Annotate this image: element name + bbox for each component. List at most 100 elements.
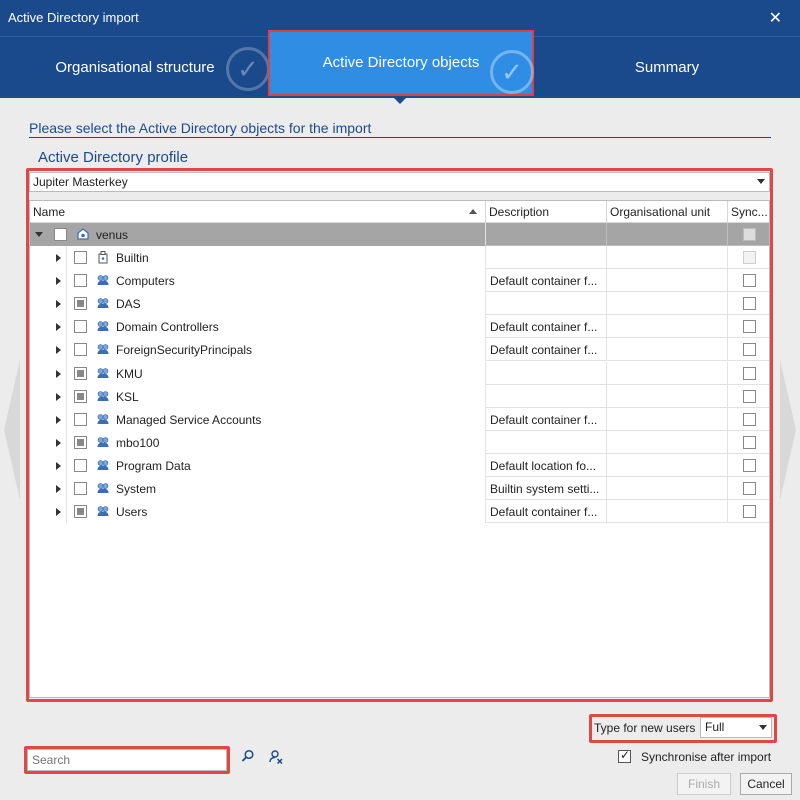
tree-row[interactable]: KSL	[30, 384, 769, 408]
tree-row[interactable]: ForeignSecurityPrincipals Default contain…	[30, 338, 769, 362]
name-cell: KSL	[30, 384, 486, 408]
sync-cell	[728, 362, 769, 385]
sync-checkbox[interactable]	[743, 274, 756, 288]
row-checkbox[interactable]	[74, 297, 87, 311]
ou-icon	[97, 298, 109, 309]
row-checkbox[interactable]	[74, 366, 87, 380]
tree-row[interactable]: Computers Default container f...	[30, 269, 769, 293]
check-icon: ✓	[226, 47, 270, 91]
row-checkbox[interactable]	[74, 435, 87, 449]
tree-row[interactable]: Users Default container f...	[30, 500, 769, 524]
sync-checkbox[interactable]	[743, 343, 756, 357]
instruction-text: Please select the Active Directory objec…	[29, 120, 372, 136]
row-checkbox[interactable]	[74, 412, 87, 426]
user-search-icon[interactable]	[268, 749, 284, 765]
expand-icon[interactable]	[56, 485, 61, 493]
tree-row[interactable]: Program Data Default location fo...	[30, 453, 769, 477]
expand-icon[interactable]	[56, 346, 61, 355]
chevron-down-icon	[757, 179, 765, 184]
sync-checkbox[interactable]	[743, 297, 756, 311]
column-header-ou[interactable]: Organisational unit	[607, 201, 728, 223]
sync-cell	[728, 246, 769, 269]
domain-icon	[77, 228, 89, 240]
expand-icon[interactable]	[56, 254, 61, 262]
sync-checkbox[interactable]	[743, 366, 756, 380]
row-label: Users	[116, 505, 148, 520]
description-cell	[486, 223, 607, 246]
name-cell: System	[30, 477, 486, 500]
sync-cell	[728, 292, 769, 316]
column-header-name[interactable]: Name	[30, 201, 486, 223]
row-checkbox[interactable]	[74, 458, 87, 472]
active-step-pointer	[392, 96, 408, 104]
next-arrow-icon[interactable]	[780, 360, 796, 500]
name-cell: Builtin	[30, 246, 486, 269]
tree-row[interactable]: KMU	[30, 361, 769, 385]
sync-checkbox[interactable]	[743, 505, 756, 519]
previous-arrow-icon[interactable]	[4, 360, 20, 500]
name-cell: Computers	[30, 269, 486, 293]
expand-icon[interactable]	[56, 300, 61, 309]
ou-cell	[607, 269, 728, 293]
column-header-description[interactable]: Description	[486, 201, 607, 223]
row-checkbox[interactable]	[74, 320, 87, 334]
expand-icon[interactable]	[56, 415, 61, 424]
sync-checkbox[interactable]	[743, 320, 756, 334]
expand-icon[interactable]	[56, 323, 61, 332]
type-for-new-users-select[interactable]: Full	[700, 717, 772, 738]
sync-checkbox[interactable]	[743, 458, 756, 472]
step-active-directory-objects[interactable]: Active Directory objects ✓	[268, 30, 534, 96]
row-label: Program Data	[116, 458, 191, 473]
tree-row[interactable]: mbo100	[30, 430, 769, 454]
step-summary[interactable]: Summary	[534, 37, 800, 99]
sync-checkbox[interactable]	[743, 389, 756, 403]
row-checkbox[interactable]	[54, 228, 67, 241]
tree-row[interactable]: DAS	[30, 292, 769, 316]
close-icon[interactable]: ✕	[769, 8, 782, 28]
expand-icon[interactable]	[56, 508, 61, 517]
collapse-icon[interactable]	[35, 232, 43, 237]
row-checkbox[interactable]	[74, 482, 87, 495]
ou-icon	[97, 367, 109, 378]
expand-icon[interactable]	[56, 277, 61, 286]
sync-after-import-checkbox[interactable]: ✓	[618, 748, 631, 763]
sync-cell	[728, 500, 769, 524]
sync-checkbox[interactable]	[743, 228, 756, 241]
row-checkbox[interactable]	[74, 389, 87, 403]
row-checkbox[interactable]	[74, 274, 87, 288]
sync-checkbox[interactable]	[743, 412, 756, 426]
object-tree[interactable]: Name Description Organisational unit Syn…	[29, 200, 770, 698]
ou-cell	[607, 223, 728, 246]
row-checkbox[interactable]	[74, 343, 87, 357]
check-icon: ✓	[620, 748, 631, 762]
cancel-button[interactable]: Cancel	[740, 773, 792, 795]
sync-checkbox[interactable]	[743, 482, 756, 495]
description-cell	[486, 361, 607, 385]
step-organisational-structure[interactable]: Organisational structure ✓	[0, 37, 270, 99]
sync-checkbox[interactable]	[743, 435, 756, 449]
tree-row[interactable]: System Builtin system setti...	[30, 477, 769, 500]
description-cell	[486, 246, 607, 269]
row-label: Computers	[116, 274, 175, 289]
expand-icon[interactable]	[56, 438, 61, 447]
expand-icon[interactable]	[56, 461, 61, 470]
description-cell: Default container f...	[486, 407, 607, 431]
description-cell: Default location fo...	[486, 453, 607, 477]
expand-icon[interactable]	[56, 392, 61, 401]
chevron-down-icon	[759, 725, 767, 730]
tree-row[interactable]: Domain Controllers Default container f...	[30, 315, 769, 339]
row-checkbox[interactable]	[74, 505, 87, 519]
finish-button[interactable]: Finish	[677, 773, 731, 795]
column-header-sync[interactable]: Sync...	[728, 201, 769, 223]
tree-row-root[interactable]: venus	[30, 223, 769, 246]
tree-row[interactable]: Managed Service Accounts Default containe…	[30, 407, 769, 431]
builtin-icon	[98, 251, 108, 264]
profile-select[interactable]: Jupiter Masterkey	[29, 172, 770, 192]
description-cell	[486, 292, 607, 316]
search-icon[interactable]	[241, 749, 255, 763]
expand-icon[interactable]	[56, 369, 61, 378]
profile-value: Jupiter Masterkey	[33, 175, 128, 189]
tree-row[interactable]: Builtin	[30, 246, 769, 269]
row-checkbox[interactable]	[74, 251, 87, 264]
search-input[interactable]	[27, 749, 227, 771]
